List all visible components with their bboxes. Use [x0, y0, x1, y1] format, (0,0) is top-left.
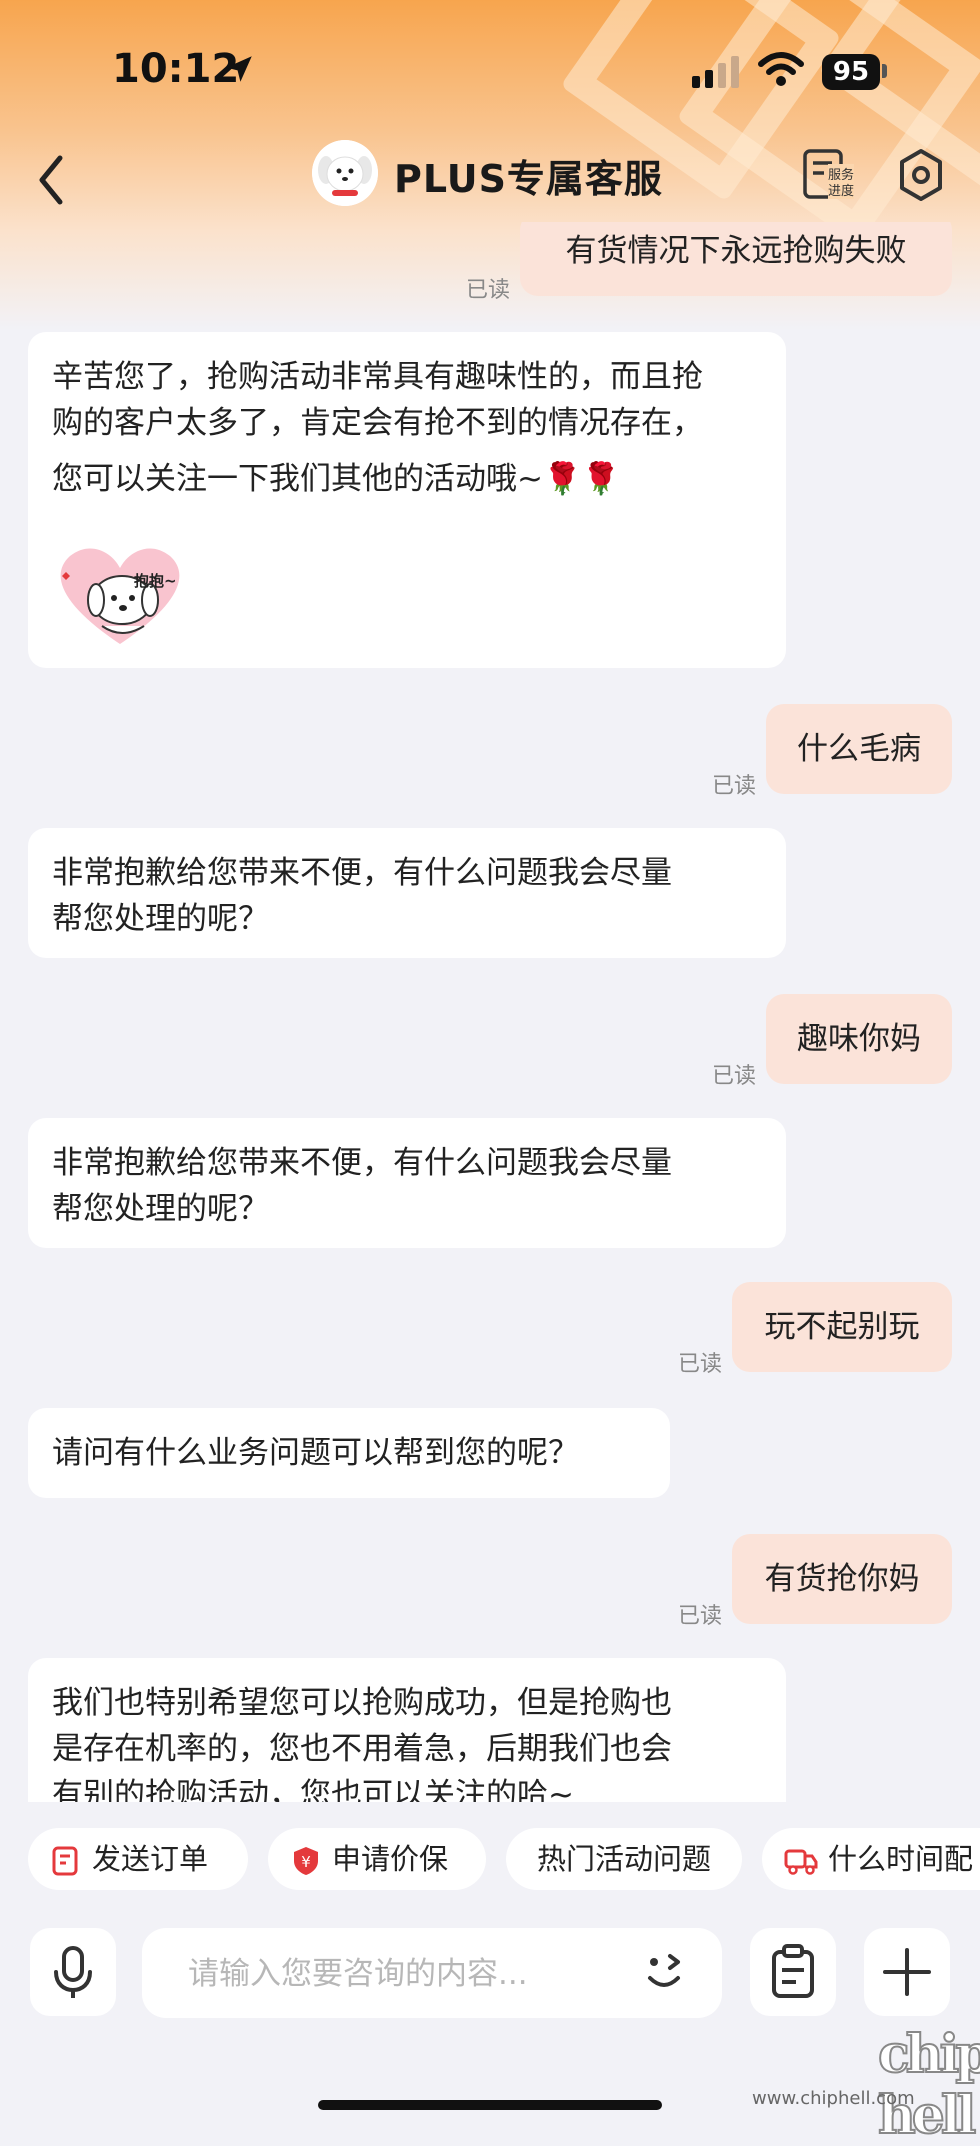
user-message[interactable]: 什么毛病	[766, 704, 952, 794]
status-time: 10:12	[112, 46, 240, 92]
service-progress-button[interactable]: 服务 进度	[802, 148, 862, 204]
chip-label: 申请价保	[332, 1842, 449, 1876]
read-receipt: 已读	[466, 278, 511, 303]
message-line: 我们也特别希望您可以抢购成功，但是抢购也	[52, 1685, 672, 1721]
user-message[interactable]: 有货抢你妈	[732, 1534, 952, 1624]
location-arrow-icon	[226, 56, 252, 82]
chat-messages[interactable]: 有货情况下永远抢购失败 已读 辛苦您了，抢购活动非常具有趣味性的，而且抢 购的客…	[0, 222, 980, 1802]
quick-actions-bar: 发送订单 ¥ 申请价保 热门活动问题 什么时间配	[0, 1828, 980, 1894]
price-protect-icon: ¥	[294, 1847, 318, 1875]
settings-button[interactable]	[896, 148, 946, 202]
message-line: 有别的抢购活动，您也可以关注的哈~	[52, 1777, 574, 1802]
battery-tip	[882, 64, 887, 78]
delivery-truck-icon	[784, 1849, 818, 1875]
read-receipt: 已读	[712, 774, 757, 799]
read-receipt: 已读	[678, 1352, 723, 1377]
cellular-signal-icon	[692, 56, 739, 88]
message-text: 玩不起别玩	[764, 1309, 920, 1345]
back-button[interactable]	[30, 150, 80, 220]
home-indicator[interactable]	[318, 2100, 662, 2110]
message-line: 非常抱歉给您带来不便，有什么问题我会尽量	[52, 855, 672, 891]
hug-sticker: 抱抱~	[50, 544, 190, 648]
message-line: 您可以关注一下我们其他的活动哦~🌹🌹	[52, 461, 621, 497]
agent-avatar	[312, 140, 378, 206]
message-line: 辛苦您了，抢购活动非常具有趣味性的，而且抢	[52, 359, 703, 395]
message-line: 请问有什么业务问题可以帮到您的呢？	[52, 1435, 579, 1471]
message-text: 什么毛病	[797, 731, 921, 767]
joy-dog-avatar-icon	[312, 140, 378, 206]
message-text: 有货情况下永远抢购失败	[565, 233, 907, 269]
agent-message[interactable]: 辛苦您了，抢购活动非常具有趣味性的，而且抢 购的客户太多了，肯定会有抢不到的情况…	[28, 332, 786, 668]
agent-message[interactable]: 非常抱歉给您带来不便，有什么问题我会尽量 帮您处理的呢？	[28, 1118, 786, 1248]
user-message[interactable]: 有货情况下永远抢购失败	[520, 222, 952, 296]
quick-price-protect[interactable]: ¥ 申请价保	[268, 1828, 486, 1890]
more-button[interactable]	[864, 1928, 950, 2016]
message-line: 帮您处理的呢？	[52, 901, 269, 937]
page-title: PLUS专属客服	[394, 157, 663, 201]
agent-message[interactable]: 我们也特别希望您可以抢购成功，但是抢购也 是存在机率的，您也不用着急，后期我们也…	[28, 1658, 786, 1802]
sticker-text: 抱抱~	[134, 572, 177, 590]
message-text: 趣味你妈	[797, 1021, 921, 1057]
watermark-url: www.chiphell.com	[752, 2088, 915, 2109]
chevron-left-icon	[39, 155, 63, 205]
chip-label: 什么时间配	[828, 1842, 974, 1876]
status-bar: 10:12 95	[0, 0, 980, 140]
microphone-icon	[54, 1946, 92, 1998]
quick-delivery-time[interactable]: 什么时间配	[762, 1828, 980, 1890]
clipboard-icon	[772, 1944, 814, 1998]
watermark-logo: chip hell	[877, 2023, 980, 2146]
plus-icon	[883, 1948, 931, 1996]
svg-text:¥: ¥	[301, 1853, 311, 1871]
quick-send-order[interactable]: 发送订单	[28, 1828, 248, 1890]
chip-label: 热门活动问题	[536, 1842, 711, 1876]
gear-icon	[900, 149, 942, 201]
input-placeholder: 请输入您要咨询的内容...	[188, 1956, 528, 1992]
message-line: 购的客户太多了，肯定会有抢不到的情况存在，	[52, 405, 703, 441]
service-label-2: 进度	[828, 180, 855, 199]
battery-indicator: 95	[822, 54, 880, 90]
agent-message[interactable]: 非常抱歉给您带来不便，有什么问题我会尽量 帮您处理的呢？	[28, 828, 786, 958]
clipboard-button[interactable]	[750, 1928, 836, 2016]
message-line: 非常抱歉给您带来不便，有什么问题我会尽量	[52, 1145, 672, 1181]
order-icon	[52, 1846, 78, 1876]
read-receipt: 已读	[712, 1064, 757, 1089]
voice-button[interactable]	[30, 1928, 116, 2016]
agent-message[interactable]: 请问有什么业务问题可以帮到您的呢？	[28, 1408, 670, 1498]
user-message[interactable]: 趣味你妈	[766, 994, 952, 1084]
user-message[interactable]: 玩不起别玩	[732, 1282, 952, 1372]
message-text: 有货抢你妈	[764, 1561, 920, 1597]
read-receipt: 已读	[678, 1604, 723, 1629]
message-input[interactable]: 请输入您要咨询的内容...	[142, 1928, 722, 2018]
wifi-icon	[758, 52, 804, 86]
input-bar: 请输入您要咨询的内容...	[0, 1928, 980, 2022]
chip-label: 发送订单	[92, 1842, 209, 1876]
emoji-wink-icon[interactable]	[640, 1948, 690, 1998]
message-line: 帮您处理的呢？	[52, 1191, 269, 1227]
message-line: 是存在机率的，您也不用着急，后期我们也会	[52, 1731, 672, 1767]
quick-hot-activity[interactable]: 热门活动问题	[506, 1828, 742, 1890]
